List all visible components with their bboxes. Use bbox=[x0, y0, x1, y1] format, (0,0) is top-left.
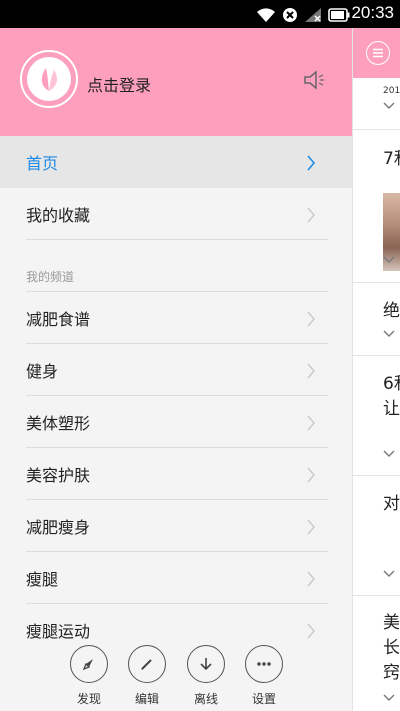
button-label: 离线 bbox=[193, 692, 218, 706]
channel-label: 瘦腿 bbox=[26, 570, 59, 589]
chevron-right-icon bbox=[307, 415, 315, 431]
content-toolbar bbox=[353, 28, 400, 78]
channel-label: 健身 bbox=[26, 362, 59, 381]
chevron-down-icon bbox=[383, 102, 395, 109]
login-link[interactable]: 点击登录 bbox=[87, 72, 151, 96]
drawer-menu: 首页 我的收藏 我的频道 减肥食谱 健身 美体塑形 美容护肤 减肥瘦身 瘦腿 瘦… bbox=[0, 136, 352, 656]
divider bbox=[353, 282, 400, 283]
channel-item[interactable]: 减肥瘦身 bbox=[0, 500, 352, 552]
chevron-right-icon bbox=[307, 311, 315, 327]
channel-label: 美体塑形 bbox=[26, 414, 91, 433]
article-title[interactable]: 美 bbox=[383, 608, 400, 633]
pencil-icon bbox=[141, 659, 152, 670]
divider bbox=[353, 475, 400, 476]
discover-button[interactable]: 发现 bbox=[59, 645, 119, 707]
leaf-logo-icon bbox=[41, 68, 57, 91]
avatar[interactable] bbox=[20, 50, 78, 108]
chevron-right-icon bbox=[307, 571, 315, 587]
button-label: 设置 bbox=[251, 692, 276, 706]
article-title-line3[interactable]: 窍 bbox=[383, 658, 400, 683]
drawer-bottom-bar: 发现 编辑 离线 设置 bbox=[0, 645, 352, 711]
channel-label: 美容护肤 bbox=[26, 466, 91, 485]
chevron-right-icon bbox=[307, 207, 315, 223]
chevron-right-icon bbox=[307, 623, 315, 639]
download-icon bbox=[200, 658, 212, 671]
battery-icon bbox=[328, 8, 350, 22]
channel-label: 减肥食谱 bbox=[26, 310, 91, 329]
chevron-right-icon bbox=[307, 155, 316, 171]
chevron-down-icon bbox=[383, 450, 395, 457]
wifi-icon bbox=[257, 8, 275, 22]
section-my-channels: 我的频道 bbox=[0, 240, 352, 292]
settings-button[interactable]: 设置 bbox=[234, 645, 294, 707]
menu-item-label: 我的收藏 bbox=[26, 206, 91, 225]
navigation-drawer: 点击登录 首页 我的收藏 我的频道 减肥食谱 健身 美体塑形 美容护肤 减肥瘦身… bbox=[0, 28, 352, 711]
chevron-right-icon bbox=[307, 363, 315, 379]
menu-item-label: 首页 bbox=[26, 154, 59, 173]
divider bbox=[353, 595, 400, 596]
compass-icon bbox=[82, 659, 93, 671]
article-title[interactable]: 6和 bbox=[383, 369, 400, 394]
chevron-down-icon bbox=[383, 330, 395, 337]
menu-button[interactable] bbox=[366, 41, 390, 65]
button-label: 编辑 bbox=[134, 692, 159, 706]
status-bar: 20:33 bbox=[0, 0, 400, 28]
speaker-icon bbox=[304, 70, 324, 90]
status-icons bbox=[256, 6, 350, 24]
article-title[interactable]: 7和 bbox=[383, 144, 400, 169]
channel-item[interactable]: 减肥食谱 bbox=[0, 292, 352, 344]
chevron-right-icon bbox=[307, 519, 315, 535]
speaker-button[interactable] bbox=[302, 70, 326, 94]
drawer-header: 点击登录 bbox=[0, 28, 352, 136]
chevron-right-icon bbox=[307, 467, 315, 483]
article-title[interactable]: 对 bbox=[383, 489, 400, 514]
channel-item[interactable]: 瘦腿 bbox=[0, 552, 352, 604]
menu-item-home[interactable]: 首页 bbox=[0, 136, 352, 188]
main-content-peek: 201 7和 绝 6和 让 对 美 长 窍 bbox=[352, 28, 400, 711]
divider bbox=[353, 355, 400, 356]
article-title-line2[interactable]: 长 bbox=[383, 633, 400, 658]
channel-label: 瘦腿运动 bbox=[26, 622, 91, 641]
edit-button[interactable]: 编辑 bbox=[117, 645, 177, 707]
chevron-down-icon bbox=[383, 570, 395, 577]
channel-item[interactable]: 美体塑形 bbox=[0, 396, 352, 448]
chevron-down-icon bbox=[383, 256, 395, 263]
more-dots-icon bbox=[257, 662, 271, 666]
channel-label: 减肥瘦身 bbox=[26, 518, 91, 537]
divider bbox=[353, 129, 400, 130]
offline-button[interactable]: 离线 bbox=[176, 645, 236, 707]
chevron-down-icon bbox=[383, 694, 395, 701]
menu-lines-icon bbox=[373, 48, 383, 58]
sync-icon bbox=[283, 8, 297, 22]
channel-item[interactable]: 健身 bbox=[0, 344, 352, 396]
signal-icon bbox=[305, 8, 321, 22]
menu-item-favorites[interactable]: 我的收藏 bbox=[0, 188, 352, 240]
channel-item[interactable]: 美容护肤 bbox=[0, 448, 352, 500]
button-label: 发现 bbox=[76, 692, 101, 706]
article-title[interactable]: 绝 bbox=[383, 296, 400, 321]
section-title: 我的频道 bbox=[26, 270, 75, 284]
article-title-line2[interactable]: 让 bbox=[383, 394, 400, 419]
clock: 20:33 bbox=[351, 3, 394, 22]
date-fragment: 201 bbox=[383, 86, 400, 96]
